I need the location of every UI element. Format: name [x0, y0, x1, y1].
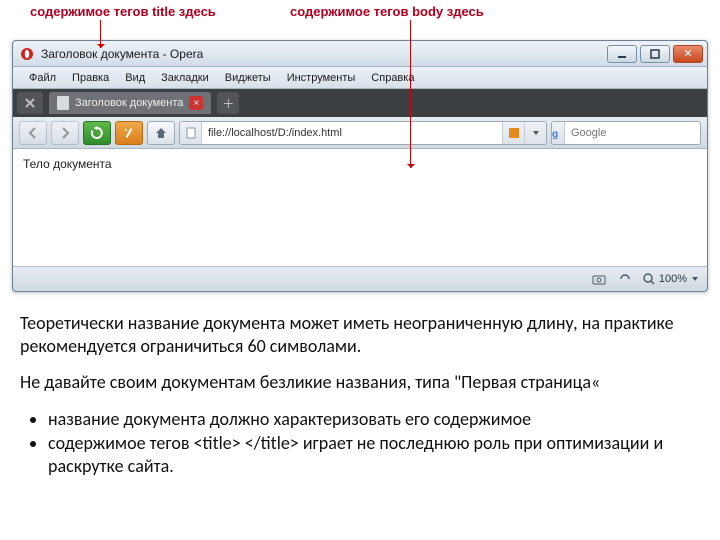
page-viewport: Тело документа — [13, 149, 707, 267]
home-button[interactable] — [147, 121, 175, 145]
arrow-icon — [100, 20, 101, 48]
wand-button[interactable] — [115, 121, 143, 145]
zoom-value: 100% — [659, 273, 687, 285]
article-list-item: содержимое тегов <title> </title> играет… — [48, 432, 700, 477]
chevron-down-icon — [691, 275, 699, 283]
arrow-icon — [410, 20, 411, 168]
zoom-icon — [643, 273, 655, 285]
minimize-button[interactable] — [607, 45, 637, 63]
menubar: Файл Правка Вид Закладки Виджеты Инструм… — [13, 67, 707, 89]
back-button[interactable] — [19, 121, 47, 145]
article-paragraph: Теоретически название документа может им… — [20, 312, 700, 357]
annotation-layer: содержимое тегов title здесь содержимое … — [0, 0, 720, 36]
tab-close-button[interactable]: × — [189, 96, 203, 110]
menu-help[interactable]: Справка — [363, 69, 422, 87]
closed-tabs-button[interactable] — [17, 92, 43, 114]
svg-text:g: g — [552, 129, 558, 139]
callout-body-tag: содержимое тегов body здесь — [290, 4, 484, 19]
article-list-item: название документа должно характеризоват… — [48, 408, 700, 431]
forward-button[interactable] — [51, 121, 79, 145]
search-engine-button[interactable]: g — [552, 122, 565, 144]
url-input[interactable] — [202, 122, 502, 144]
callout-title-tag: содержимое тегов title здесь — [30, 4, 216, 19]
article-text: Теоретически название документа может им… — [0, 292, 720, 497]
menu-edit[interactable]: Правка — [64, 69, 117, 87]
sync-icon[interactable] — [617, 271, 633, 287]
article-paragraph: Не давайте своим документам безликие наз… — [20, 371, 700, 394]
menu-view[interactable]: Вид — [117, 69, 153, 87]
menu-bookmarks[interactable]: Закладки — [153, 69, 217, 87]
menu-file[interactable]: Файл — [21, 69, 64, 87]
search-bar: g — [551, 121, 701, 145]
new-tab-button[interactable]: ＋ — [217, 92, 239, 114]
page-icon — [185, 127, 197, 139]
titlebar: Заголовок документа - Opera ✕ — [13, 41, 707, 67]
zoom-control[interactable]: 100% — [643, 273, 699, 285]
site-info-button[interactable] — [180, 122, 202, 144]
maximize-button[interactable] — [640, 45, 670, 63]
feed-button[interactable] — [502, 122, 524, 144]
camera-icon[interactable] — [591, 271, 607, 287]
menu-widgets[interactable]: Виджеты — [217, 69, 279, 87]
status-bar: 100% — [13, 267, 707, 291]
close-button[interactable]: ✕ — [673, 45, 703, 63]
menu-tools[interactable]: Инструменты — [279, 69, 364, 87]
page-body-text: Тело документа — [23, 157, 112, 171]
reload-button[interactable] — [83, 121, 111, 145]
address-bar — [179, 121, 547, 145]
document-icon — [57, 96, 69, 110]
nav-toolbar: g — [13, 117, 707, 149]
google-icon: g — [552, 127, 564, 139]
browser-window: Заголовок документа - Opera ✕ Файл Правк… — [12, 40, 708, 292]
opera-icon — [19, 46, 35, 62]
tab-active[interactable]: Заголовок документа × — [49, 92, 211, 114]
tabstrip: Заголовок документа × ＋ — [13, 89, 707, 117]
search-input[interactable] — [565, 127, 701, 139]
tab-label: Заголовок документа — [75, 97, 183, 109]
window-title: Заголовок документа - Opera — [41, 47, 607, 61]
addr-dropdown-button[interactable] — [524, 122, 546, 144]
